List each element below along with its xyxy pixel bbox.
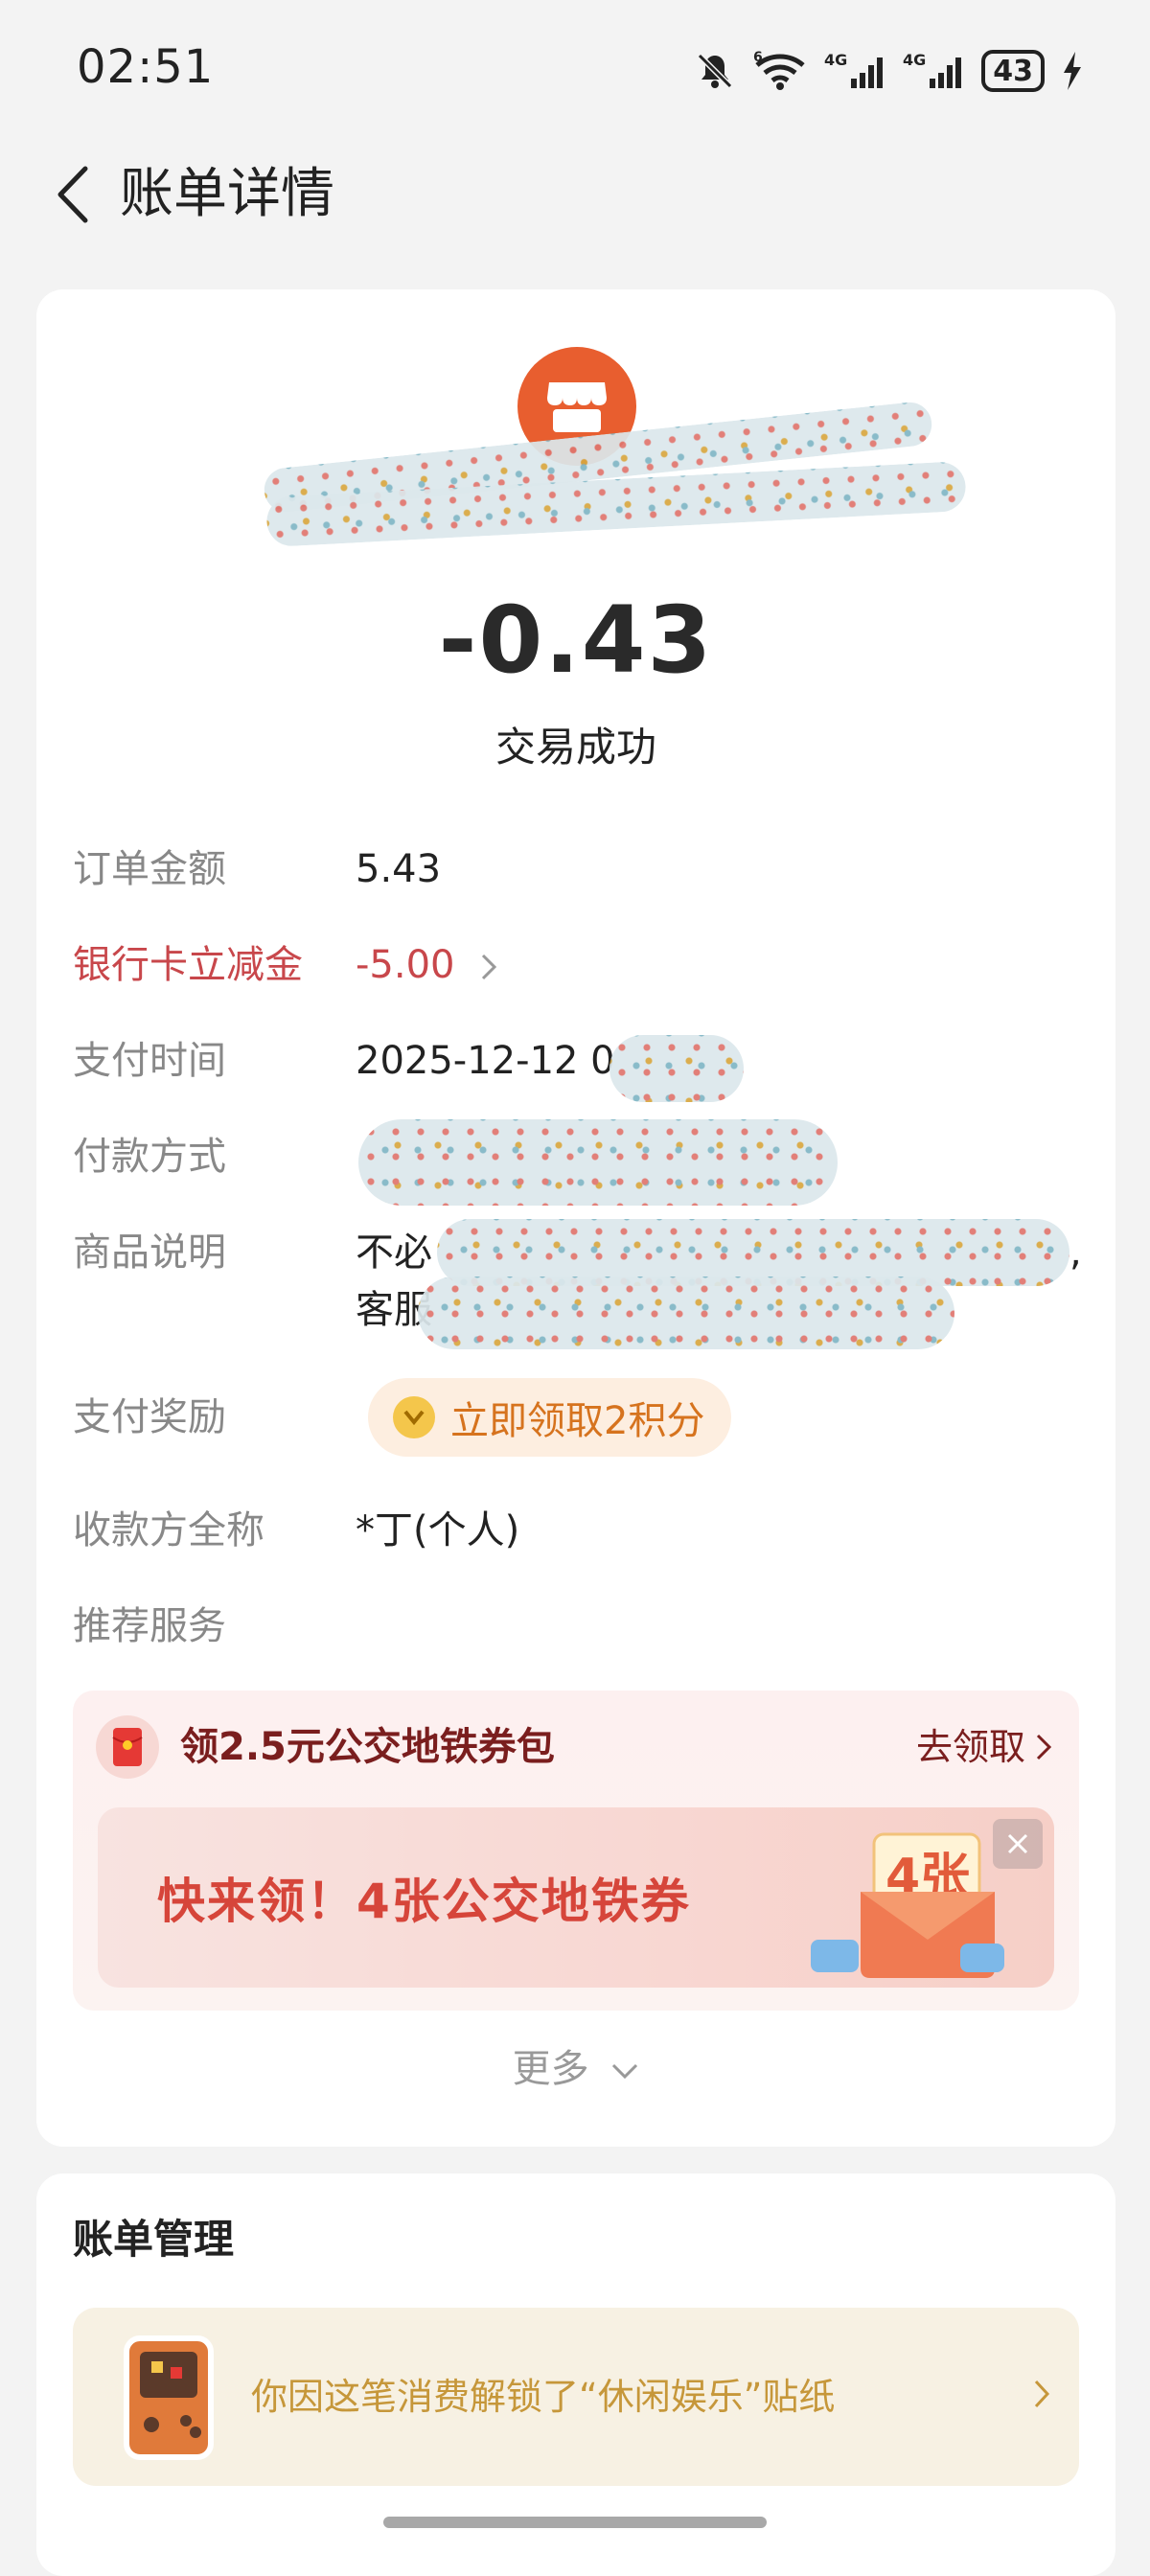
discount-row[interactable]: 银行卡立减金 -5.00 — [73, 932, 1079, 999]
status-bar: 02:51 6 4G 4G 43 — [0, 0, 1150, 134]
chevron-right-icon — [1034, 2380, 1050, 2408]
payee-label: 收款方全称 — [73, 1508, 264, 1552]
chevron-down-icon — [612, 2063, 638, 2080]
goods-label: 商品说明 — [73, 1230, 226, 1275]
game-console-sticker-icon — [124, 2335, 214, 2460]
chevron-right-icon — [482, 954, 497, 980]
transaction-status: 交易成功 — [494, 724, 656, 770]
banner-close-button[interactable] — [993, 1819, 1043, 1869]
promo-banner[interactable]: 快来领！4张公交地铁券 4张 — [98, 1807, 1054, 1988]
banner-text: 快来领！4张公交地铁券 — [157, 1874, 691, 1929]
recommend-label: 推荐服务 — [73, 1604, 226, 1648]
status-icons: 6 4G 4G 43 — [694, 42, 1083, 100]
mute-bell-icon — [694, 50, 736, 92]
claim-reward-button[interactable]: 立即领取2积分 — [368, 1378, 732, 1457]
transaction-amount: -0.43 — [438, 586, 714, 694]
promo-card: 领2.5元公交地铁券包 去领取 快来领！4张公交地铁券 4张 — [73, 1690, 1079, 2011]
wifi-label: 6 — [753, 50, 763, 65]
bill-manage-card: 账单管理 你因这笔消费解锁了“休闲娱乐”贴纸 — [36, 2174, 1116, 2576]
signal-label-2: 4G — [903, 51, 926, 69]
more-button[interactable]: 更多 — [36, 2036, 1116, 2103]
close-icon — [1007, 1833, 1028, 1854]
privacy-mask-time — [610, 1035, 744, 1102]
manage-title: 账单管理 — [73, 2216, 235, 2263]
discount-value-wrap[interactable]: -5.00 — [356, 932, 497, 999]
order-amount-row: 订单金额 5.43 — [73, 836, 1079, 903]
red-envelope-icon — [96, 1715, 159, 1779]
page-title: 账单详情 — [120, 163, 334, 225]
battery-indicator: 43 — [981, 50, 1045, 92]
claim-reward-label: 立即领取2积分 — [450, 1399, 705, 1443]
order-amount-value: 5.43 — [356, 847, 442, 891]
bill-detail-card: -0.43 交易成功 订单金额 5.43 银行卡立减金 -5.00 支付时间 2… — [36, 289, 1116, 2147]
more-label: 更多 — [512, 2047, 589, 2091]
discount-value: -5.00 — [356, 943, 455, 987]
pay-time-row: 支付时间 2025-12-12 0 — [73, 1027, 1079, 1094]
claim-promo-button[interactable]: 去领取 — [916, 1714, 1052, 1781]
reward-label: 支付奖励 — [73, 1395, 226, 1439]
signal-label-1: 4G — [824, 51, 847, 69]
home-indicator[interactable] — [383, 2517, 767, 2528]
chevron-left-icon — [58, 166, 88, 223]
points-coin-icon — [393, 1396, 435, 1438]
wifi-icon: 6 — [753, 50, 807, 92]
chevron-right-icon — [1036, 1734, 1052, 1760]
sticker-text: 你因这笔消费解锁了“休闲娱乐”贴纸 — [251, 2376, 836, 2418]
charging-icon — [1062, 52, 1083, 90]
claim-promo-label: 去领取 — [915, 1726, 1025, 1768]
pay-method-label: 付款方式 — [73, 1135, 226, 1179]
store-icon — [547, 382, 607, 432]
sticker-unlock-row[interactable]: 你因这笔消费解锁了“休闲娱乐”贴纸 — [73, 2308, 1079, 2486]
order-amount-label: 订单金额 — [73, 847, 226, 891]
app-header: 账单详情 — [0, 144, 1150, 249]
signal-icon-1: 4G — [824, 50, 886, 92]
coupon-envelope-icon: 4张 — [811, 1832, 1004, 1978]
battery-level: 43 — [993, 54, 1033, 88]
payee-row: 收款方全称 *丁(个人) — [73, 1497, 1079, 1564]
back-button[interactable] — [38, 161, 105, 228]
goods-value-line1-end: , — [1070, 1230, 1082, 1275]
recommend-row: 推荐服务 — [73, 1593, 1079, 1660]
status-time: 02:51 — [77, 40, 215, 94]
pay-time-label: 支付时间 — [73, 1039, 226, 1083]
promo-title: 领2.5元公交地铁券包 — [180, 1725, 555, 1769]
payee-value: *丁(个人) — [356, 1508, 520, 1552]
signal-icon-2: 4G — [903, 50, 964, 92]
pay-time-value: 2025-12-12 0 — [356, 1039, 615, 1083]
reward-row: 支付奖励 立即领取2积分 — [73, 1378, 1079, 1457]
discount-label: 银行卡立减金 — [73, 943, 303, 987]
privacy-mask-method — [358, 1119, 838, 1206]
privacy-mask-goods-2 — [418, 1276, 954, 1349]
